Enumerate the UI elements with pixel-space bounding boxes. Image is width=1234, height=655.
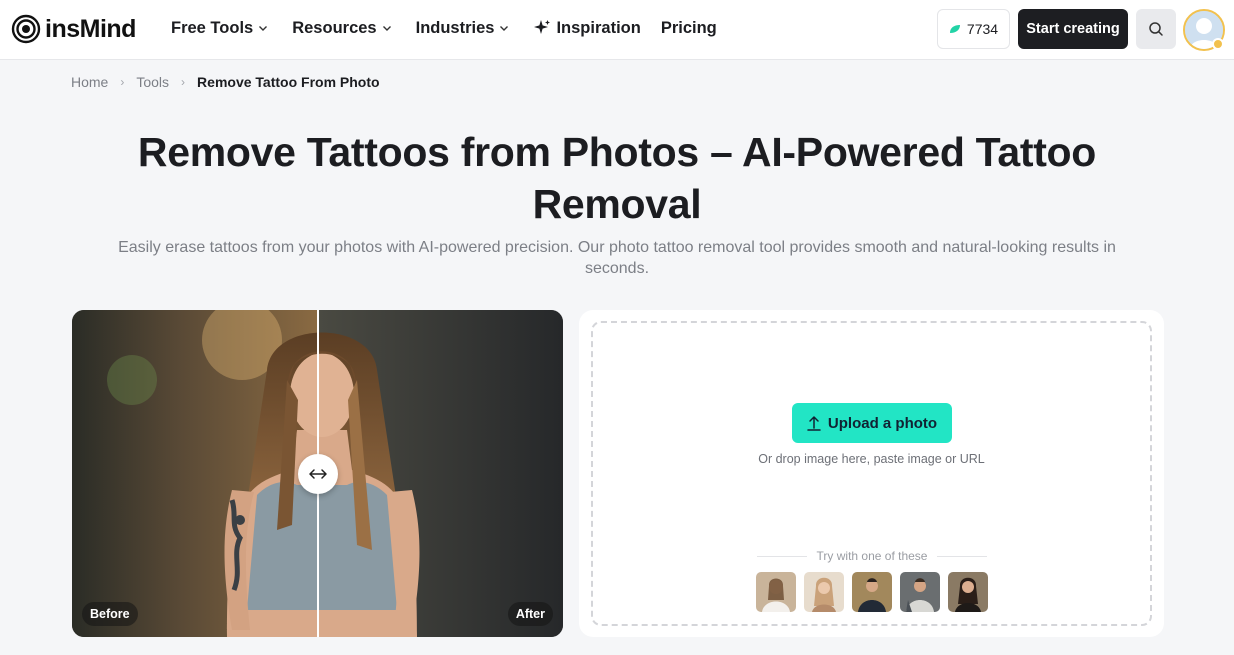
start-creating-button[interactable]: Start creating xyxy=(1018,9,1128,49)
upload-arrow-icon xyxy=(807,416,821,431)
nav-label: Free Tools xyxy=(171,18,254,37)
sample-image-3[interactable] xyxy=(852,572,892,612)
insmind-logo[interactable]: insMind xyxy=(11,13,136,45)
page-subtitle: Easily erase tattoos from your photos wi… xyxy=(118,239,1116,277)
credit-leaf-icon xyxy=(949,25,960,33)
sample-thumbnail xyxy=(900,572,940,612)
nav-industries[interactable]: Industries xyxy=(416,19,510,38)
chevron-down-icon xyxy=(500,26,509,31)
sparkle-icon xyxy=(534,20,551,34)
upload-card: Upload a photo Or drop image here, paste… xyxy=(579,310,1164,637)
sample-image-5[interactable] xyxy=(948,572,988,612)
top-navigation-bar: insMind Free Tools Resources Industries … xyxy=(0,0,1234,60)
drop-hint: Or drop image here, paste image or URL xyxy=(758,452,985,466)
try-samples-heading: Try with one of these xyxy=(757,549,988,563)
sample-thumbnail xyxy=(852,572,892,612)
credits-badge[interactable]: 7734 xyxy=(937,9,1010,49)
before-after-comparison[interactable]: Before After xyxy=(72,310,563,637)
upload-photo-button[interactable]: Upload a photo xyxy=(792,403,952,443)
divider-line xyxy=(937,555,988,557)
sample-thumbnail xyxy=(804,572,844,612)
nav-label: Industries xyxy=(415,18,495,37)
chevron-down-icon xyxy=(259,26,268,31)
breadcrumb-tools[interactable]: Tools xyxy=(136,74,169,90)
breadcrumb-separator-icon: › xyxy=(120,75,125,89)
search-icon xyxy=(1149,22,1163,36)
image-dropzone[interactable]: Upload a photo Or drop image here, paste… xyxy=(591,321,1152,626)
credits-count: 7734 xyxy=(966,21,999,37)
breadcrumb-current: Remove Tattoo From Photo xyxy=(197,74,380,90)
breadcrumb-home[interactable]: Home xyxy=(71,74,108,90)
page-title: Remove Tattoos from Photos – AI-Powered … xyxy=(137,129,1097,227)
sample-image-4[interactable] xyxy=(900,572,940,612)
nav-label: Inspiration xyxy=(556,18,641,37)
nav-inspiration[interactable]: Inspiration xyxy=(533,18,641,38)
divider-line xyxy=(757,555,807,557)
upload-button-label: Upload a photo xyxy=(827,414,938,432)
logo-text: insMind xyxy=(45,14,136,43)
try-samples-label: Try with one of these xyxy=(816,549,928,563)
nav-label: Resources xyxy=(292,18,377,37)
nav-free-tools[interactable]: Free Tools xyxy=(171,19,268,38)
breadcrumb-separator-icon: › xyxy=(181,75,186,89)
main-nav: Free Tools Resources Industries Inspirat… xyxy=(171,17,717,39)
logo-spiral-icon xyxy=(11,14,41,44)
sample-thumbnail xyxy=(948,572,988,612)
after-label: After xyxy=(507,602,553,626)
search-button[interactable] xyxy=(1136,9,1176,49)
chevron-down-icon xyxy=(382,26,391,31)
drag-arrows-icon xyxy=(309,469,327,479)
avatar-status-dot xyxy=(1212,38,1224,50)
nav-label: Pricing xyxy=(660,18,717,37)
breadcrumb: Home › Tools › Remove Tattoo From Photo xyxy=(71,73,380,91)
nav-resources[interactable]: Resources xyxy=(292,19,391,38)
sample-image-2[interactable] xyxy=(804,572,844,612)
before-label: Before xyxy=(82,602,138,626)
comparison-drag-handle[interactable] xyxy=(298,454,338,494)
nav-pricing[interactable]: Pricing xyxy=(661,19,717,38)
sample-thumbnail xyxy=(756,572,796,612)
sample-image-1[interactable] xyxy=(756,572,796,612)
sample-images xyxy=(756,572,996,612)
